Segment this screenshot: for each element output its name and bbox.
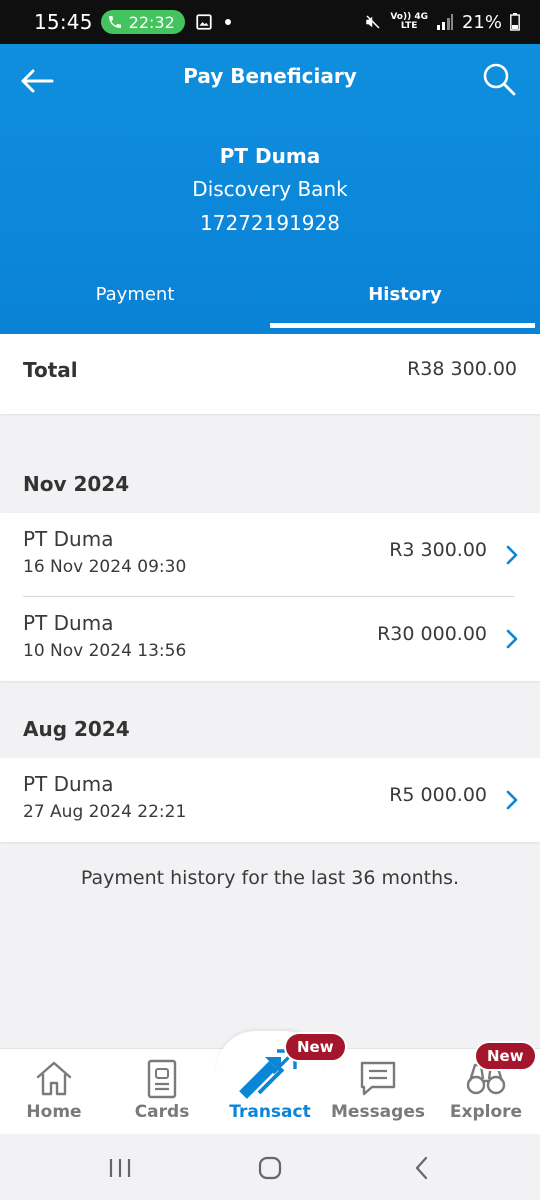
nav-messages-label: Messages: [331, 1102, 425, 1122]
chevron-right-icon: [506, 545, 518, 565]
tab-payment[interactable]: Payment: [0, 272, 270, 334]
nav-cards-label: Cards: [134, 1102, 190, 1122]
transaction-name: PT Duma: [23, 527, 114, 551]
transaction-name: PT Duma: [23, 611, 114, 635]
transaction-date: 16 Nov 2024 09:30: [23, 557, 187, 577]
month-header-aug-2024: Aug 2024: [23, 717, 130, 741]
total-label: Total: [23, 358, 78, 382]
transaction-amount: R5 000.00: [389, 784, 487, 806]
nav-messages[interactable]: Messages: [324, 1049, 432, 1135]
transact-new-badge: New: [284, 1032, 347, 1062]
nav-home-label: Home: [26, 1102, 82, 1122]
chevron-left-icon: [415, 1156, 428, 1180]
transaction-date: 27 Aug 2024 22:21: [23, 802, 187, 822]
header: Pay Beneficiary PT Duma Discovery Bank 1…: [0, 44, 540, 334]
status-bar: 15:45 22:32 Vo)) 4G LTE 21%: [0, 0, 540, 44]
network-label: Vo)) 4G LTE: [390, 12, 428, 31]
recent-apps-button[interactable]: [100, 1154, 140, 1182]
tab-history-label: History: [368, 284, 442, 305]
transaction-row[interactable]: PT Duma 16 Nov 2024 09:30 R3 300.00: [0, 513, 540, 597]
card-icon: [147, 1059, 177, 1099]
transaction-date: 10 Nov 2024 13:56: [23, 641, 187, 661]
transaction-name: PT Duma: [23, 772, 114, 796]
transaction-group-aug-2024: PT Duma 27 Aug 2024 22:21 R5 000.00: [0, 758, 540, 842]
gallery-icon: [196, 14, 212, 30]
bottom-nav: Home Cards Transact Messages Explore New…: [0, 1031, 540, 1135]
system-nav-bar: [0, 1134, 540, 1200]
home-system-button[interactable]: [250, 1154, 290, 1182]
transaction-row[interactable]: PT Duma 27 Aug 2024 22:21 R5 000.00: [0, 758, 540, 842]
beneficiary-name: PT Duma: [219, 144, 321, 168]
nav-home[interactable]: Home: [0, 1049, 108, 1135]
transaction-amount: R3 300.00: [389, 539, 487, 561]
message-icon: [360, 1061, 396, 1096]
recent-apps-icon: [109, 1159, 131, 1177]
transaction-row[interactable]: PT Duma 10 Nov 2024 13:56 R30 000.00: [0, 597, 540, 681]
notification-dot-icon: [224, 19, 231, 25]
mute-icon: [366, 15, 380, 29]
battery-icon: [510, 13, 520, 31]
total-value: R38 300.00: [407, 358, 517, 380]
home-icon: [36, 1061, 72, 1096]
beneficiary-bank: Discovery Bank: [192, 177, 348, 201]
status-indicators: Vo)) 4G LTE 21%: [364, 12, 520, 33]
tab-history[interactable]: History: [270, 272, 540, 334]
explore-new-badge: New: [474, 1041, 537, 1071]
tab-bar: Payment History: [0, 272, 540, 334]
battery-percent: 21%: [461, 11, 502, 33]
status-time: 15:45: [34, 10, 93, 34]
active-tab-indicator: [270, 323, 535, 328]
signal-icon: [436, 14, 453, 30]
nav-cards[interactable]: Cards: [108, 1049, 216, 1135]
transaction-group-nov-2024: PT Duma 16 Nov 2024 09:30 R3 300.00 PT D…: [0, 513, 540, 681]
total-card: Total R38 300.00: [0, 334, 540, 414]
search-icon: [483, 63, 516, 96]
history-footnote: Payment history for the last 36 months.: [80, 867, 460, 889]
phone-icon: [108, 16, 121, 28]
transaction-amount: R30 000.00: [377, 623, 487, 645]
search-button[interactable]: [478, 58, 520, 100]
system-back-button[interactable]: [402, 1154, 442, 1182]
home-circle-icon: [258, 1156, 282, 1180]
nav-transact-label: Transact: [229, 1102, 311, 1122]
call-timer: 22:32: [128, 12, 175, 32]
month-header-nov-2024: Nov 2024: [23, 472, 130, 496]
beneficiary-account-number: 17272191928: [200, 211, 340, 235]
nav-explore-label: Explore: [449, 1102, 523, 1122]
call-indicator[interactable]: 22:32: [100, 10, 185, 34]
page-title: Pay Beneficiary: [183, 64, 357, 88]
chevron-right-icon: [506, 790, 518, 810]
chevron-right-icon: [506, 629, 518, 649]
